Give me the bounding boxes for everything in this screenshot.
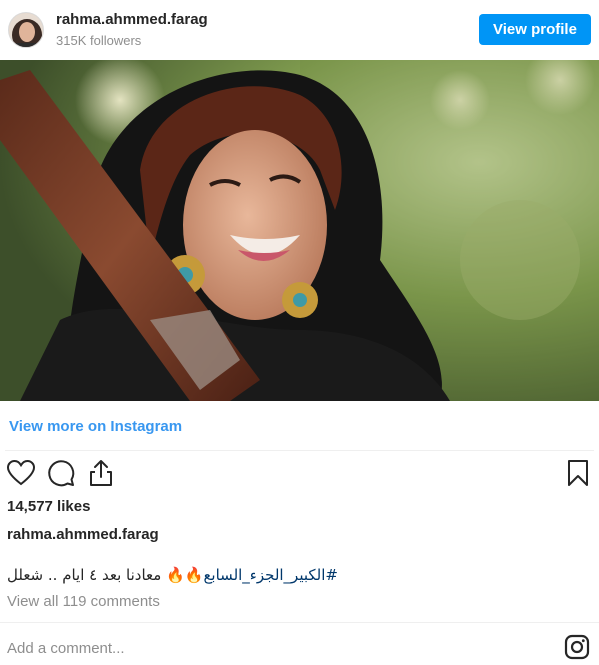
divider (0, 622, 599, 623)
view-all-comments-link[interactable]: View all 119 comments (7, 593, 160, 610)
divider (5, 450, 594, 451)
share-icon[interactable] (86, 458, 116, 488)
post-image (0, 60, 599, 401)
post-header: rahma.ahmmed.farag 315K followers View p… (0, 0, 599, 60)
caption-hashtag[interactable]: #الكبير_الجزء_السابع (203, 566, 338, 584)
heart-icon[interactable] (6, 458, 36, 488)
comment-icon[interactable] (46, 458, 76, 488)
instagram-icon[interactable] (564, 634, 590, 660)
view-profile-button[interactable]: View profile (479, 14, 591, 45)
avatar-image (9, 13, 43, 47)
likes-count[interactable]: 14,577 likes (7, 498, 90, 515)
bookmark-icon[interactable] (563, 458, 593, 488)
add-comment-input[interactable] (7, 637, 547, 659)
post-caption: #الكبير_الجزء_السابع🔥🔥 معادنا بعد ٤ ايام… (7, 566, 338, 584)
post-photo[interactable] (0, 60, 599, 401)
view-more-link[interactable]: View more on Instagram (9, 418, 182, 435)
instagram-embed-card: rahma.ahmmed.farag 315K followers View p… (0, 0, 599, 664)
username[interactable]: rahma.ahmmed.farag (56, 11, 208, 28)
caption-author[interactable]: rahma.ahmmed.farag (7, 526, 159, 543)
caption-text: 🔥🔥 معادنا بعد ٤ ايام .. شعلل (7, 566, 204, 584)
followers-count: 315K followers (56, 33, 142, 48)
avatar[interactable] (8, 12, 44, 48)
